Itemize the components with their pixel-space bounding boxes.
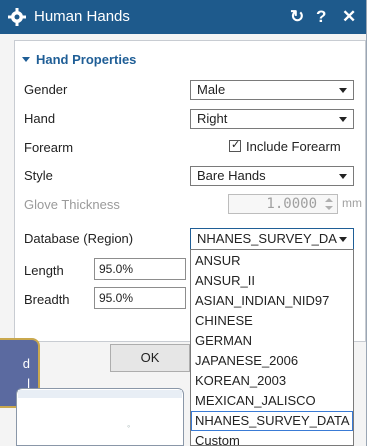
dropdown-option[interactable]: Custom [191, 431, 353, 445]
hand-label: Hand [24, 111, 56, 126]
dropdown-option[interactable]: GERMAN [191, 331, 353, 351]
style-value: Bare Hands [197, 168, 266, 183]
dropdown-option[interactable]: NHANES_SURVEY_DATA [191, 411, 353, 431]
reset-icon[interactable]: ↻ [290, 7, 304, 27]
glove-thickness-input: 1.0000 [228, 194, 338, 214]
glove-thickness-unit: mm [342, 196, 362, 210]
hand-select[interactable]: Right [190, 109, 354, 129]
database-value: NHANES_SURVEY_DA [197, 231, 337, 246]
dropdown-option[interactable]: MEXICAN_JALISCO [191, 391, 353, 411]
chevron-down-icon [339, 174, 347, 179]
breadth-input[interactable]: 95.0% [94, 287, 186, 309]
spinner-arrows-icon [325, 198, 333, 210]
gear-icon [8, 8, 26, 26]
include-forearm-checkbox[interactable]: ✓ [229, 139, 241, 152]
forearm-label: Forearm [24, 140, 74, 155]
check-icon: ✓ [231, 139, 241, 151]
chevron-down-icon [339, 88, 347, 93]
database-dropdown-list[interactable]: ANSUR ANSUR_II ASIAN_INDIAN_NID97 CHINESE GE… [190, 249, 354, 446]
chevron-down-icon [339, 117, 347, 122]
callout-text-1: d [22, 356, 30, 371]
length-input[interactable]: 95.0% [94, 258, 186, 280]
chevron-down-icon [339, 237, 347, 242]
preview-marker-icon: ◦ [127, 421, 131, 431]
collapse-arrow-icon[interactable] [22, 57, 30, 62]
style-select[interactable]: Bare Hands [190, 166, 354, 186]
dropdown-option[interactable]: KOREAN_2003 [191, 371, 353, 391]
dropdown-option[interactable]: CHINESE [191, 311, 353, 331]
dropdown-option[interactable]: ANSUR_II [191, 271, 353, 291]
length-label: Length [24, 263, 64, 278]
dropdown-option[interactable]: JAPANESE_2006 [191, 351, 353, 371]
preview-title-bar [18, 390, 182, 398]
background-window-preview: ◦ [16, 388, 184, 446]
close-icon[interactable]: ✕ [342, 7, 356, 27]
gender-value: Male [197, 82, 226, 97]
database-select[interactable]: NHANES_SURVEY_DA [190, 228, 354, 250]
hand-value: Right [197, 111, 228, 126]
dropdown-option[interactable]: ASIAN_INDIAN_NID97 [191, 291, 353, 311]
gender-select[interactable]: Male [190, 80, 354, 100]
help-icon[interactable]: ? [316, 7, 326, 27]
breadth-label: Breadth [24, 292, 70, 307]
window-title: Human Hands [34, 8, 130, 25]
glove-thickness-label: Glove Thickness [24, 197, 120, 212]
title-bar[interactable]: Human Hands ↻ ? ✕ [0, 0, 366, 34]
glove-thickness-value: 1.0000 [266, 196, 317, 212]
dropdown-option[interactable]: ANSUR [191, 251, 353, 271]
database-label: Database (Region) [24, 231, 134, 246]
include-forearm-label[interactable]: Include Forearm [246, 139, 341, 154]
style-label: Style [24, 168, 53, 183]
gender-label: Gender [24, 82, 68, 97]
section-title[interactable]: Hand Properties [36, 52, 136, 67]
ok-button[interactable]: OK [110, 344, 190, 372]
